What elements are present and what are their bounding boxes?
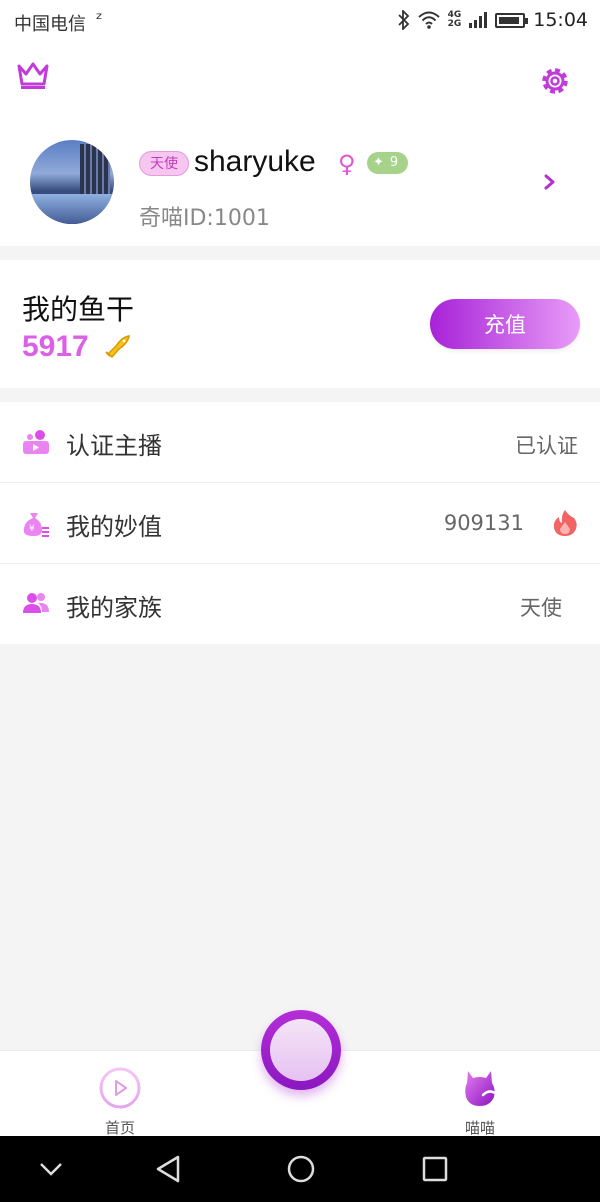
avatar[interactable]: [30, 140, 114, 224]
chevron-down-icon[interactable]: [38, 1154, 64, 1188]
clock: 15:04: [533, 9, 588, 31]
network-type: 4G 2G: [448, 11, 462, 29]
flame-icon: [552, 509, 578, 541]
menu-item-family[interactable]: 我的家族 天使: [0, 564, 600, 644]
menu-item-label: 我的家族: [66, 594, 162, 622]
svg-text:¥: ¥: [29, 524, 35, 534]
carrier-name: 中国电信: [14, 14, 86, 35]
status-bar: 中国电信 ᶻ 4G 2G 15:04: [0, 0, 600, 44]
recents-square-icon[interactable]: [420, 1154, 450, 1188]
home-circle-icon[interactable]: [286, 1154, 316, 1188]
female-icon: ♀: [338, 150, 356, 178]
network-2g-label: 2G: [447, 19, 462, 29]
level-number: 9: [389, 155, 399, 170]
role-badge: 天使: [139, 151, 189, 176]
wallet-section: 我的鱼干 5917 充值: [0, 260, 600, 388]
signal-icon: [469, 12, 488, 28]
username: sharyuke: [194, 145, 316, 178]
chevron-right-icon[interactable]: [544, 174, 556, 194]
tab-label: 喵喵: [464, 1119, 495, 1137]
wallet-amount: 5917: [22, 330, 89, 363]
menu-item-value: 909131: [443, 511, 524, 535]
dried-fish-icon: [104, 332, 132, 364]
profile-card[interactable]: 天使 sharyuke ♀ ✦ 9 奇喵ID:1001: [0, 120, 600, 246]
recharge-button[interactable]: 充值: [430, 299, 580, 349]
center-action-button[interactable]: [261, 1010, 341, 1090]
battery-icon: [495, 12, 529, 28]
tab-label: 首页: [104, 1119, 135, 1137]
menu-item-label: 我的妙值: [66, 513, 162, 541]
menu-list: 认证主播 已认证 ¥ 我的妙值 909131 我的家族 天使: [0, 402, 600, 644]
family-icon: [22, 591, 50, 619]
money-bag-icon: ¥: [22, 510, 50, 542]
crown-icon[interactable]: [16, 58, 50, 96]
user-id: 奇喵ID:1001: [139, 206, 270, 231]
bluetooth-icon: [397, 10, 409, 30]
wallet-title: 我的鱼干: [22, 293, 135, 326]
play-circle-icon: [99, 1067, 141, 1109]
tab-miao[interactable]: 喵喵: [440, 1067, 520, 1138]
star-icon: ✦: [373, 155, 384, 170]
wifi-icon: [417, 11, 440, 29]
top-bar: [0, 44, 600, 120]
level-badge: ✦ 9: [367, 152, 409, 174]
back-triangle-icon[interactable]: [154, 1154, 182, 1188]
video-user-icon: [22, 429, 50, 459]
menu-item-label: 认证主播: [66, 432, 162, 460]
cat-icon: [465, 1071, 497, 1106]
system-nav-bar: [0, 1136, 600, 1202]
menu-item-my-value[interactable]: ¥ 我的妙值 909131: [0, 483, 600, 564]
menu-item-value: 天使: [520, 596, 562, 620]
menu-item-value: 已认证: [515, 434, 578, 458]
menu-item-certified-host[interactable]: 认证主播 已认证: [0, 402, 600, 483]
gear-icon[interactable]: [538, 64, 572, 102]
tab-home[interactable]: 首页: [80, 1067, 160, 1138]
carrier-extra-icon: ᶻ: [96, 9, 103, 30]
